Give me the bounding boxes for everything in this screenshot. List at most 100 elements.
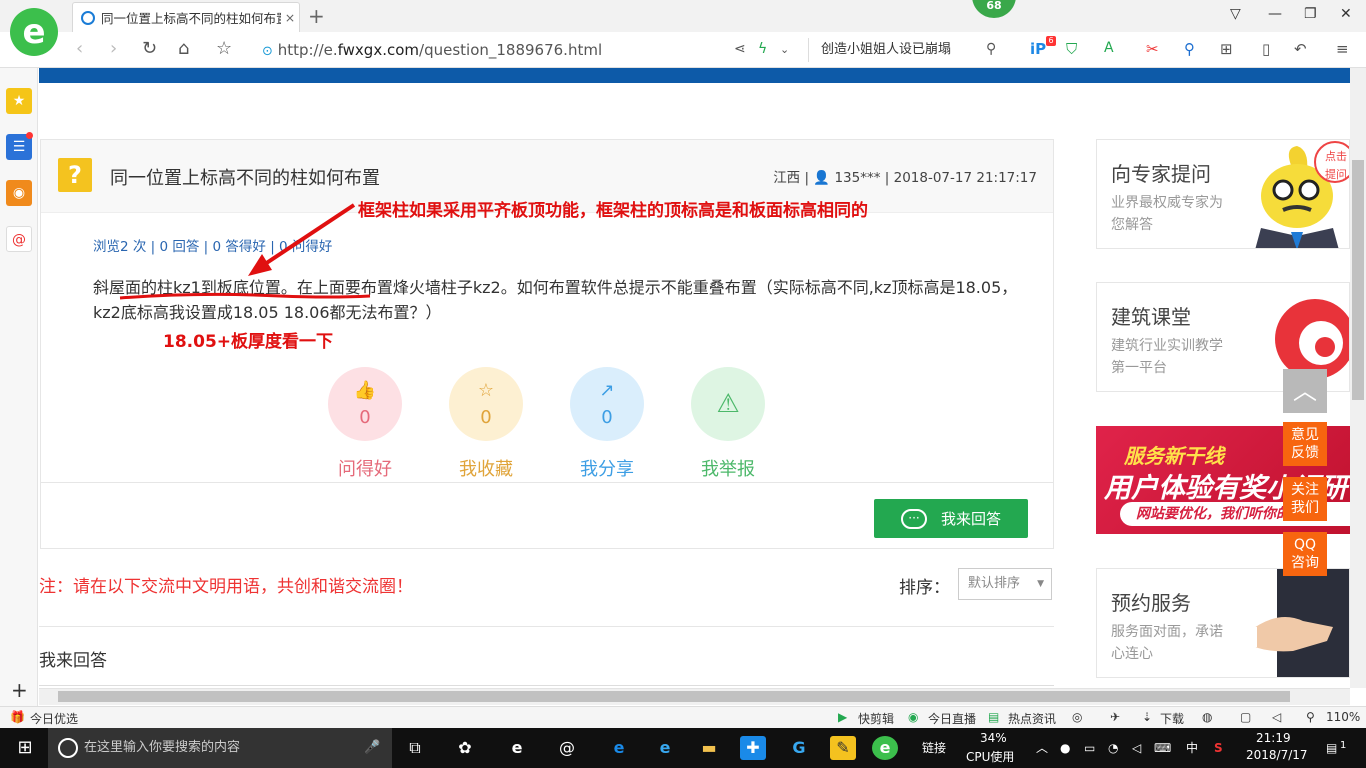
cpu-label: CPU使用 (966, 750, 1015, 764)
translate-icon[interactable]: A (1104, 40, 1114, 56)
answer-button[interactable]: ··· 我来回答 (874, 499, 1028, 538)
pin-icon[interactable]: ✈ (1110, 710, 1120, 724)
ask-expert-title: 向专家提问 (1111, 162, 1211, 186)
star-outline-icon: ☆ (477, 379, 495, 401)
scissors-icon[interactable]: ✂ (1146, 40, 1159, 58)
qq-consult-button[interactable]: QQ咨询 (1283, 532, 1327, 576)
collect-button[interactable]: ☆ 0 我收藏 (448, 367, 524, 481)
apps-grid-icon[interactable]: ⊞ (1220, 40, 1233, 58)
sort-value: 默认排序 (968, 576, 1021, 591)
close-window-icon[interactable]: ✕ (1340, 6, 1352, 22)
course-title: 建筑课堂 (1111, 305, 1191, 329)
keyboard-icon[interactable]: ⌨ (1154, 728, 1171, 768)
extension-count-badge: 6 (1046, 36, 1056, 46)
tab-title: 同一位置上标高不同的柱如何布置 (101, 11, 281, 26)
status-item-news[interactable]: 热点资讯 (1008, 710, 1056, 727)
skin-icon[interactable]: ▽ (1230, 6, 1241, 22)
add-sidebar-icon[interactable]: + (11, 678, 28, 702)
refresh-icon[interactable]: ↻ (142, 38, 157, 59)
feedback-button[interactable]: 意见反馈 (1283, 422, 1327, 466)
share-icon[interactable]: ⋖ (734, 41, 746, 57)
undo-icon[interactable]: ↶ (1294, 40, 1307, 58)
battery-icon[interactable]: ▭ (1084, 728, 1095, 768)
address-bar[interactable]: ⊙ http://e.fwxgx.com/question_1889676.ht… (262, 41, 602, 59)
search-icon[interactable]: ⚲ (986, 41, 996, 57)
volume-icon[interactable]: ◁ (1132, 728, 1141, 768)
sogou-icon[interactable]: S (1214, 728, 1223, 768)
window-icon[interactable]: ▢ (1240, 710, 1251, 724)
mute-icon[interactable]: ◁ (1272, 710, 1281, 724)
status-item-clip[interactable]: 快剪辑 (858, 710, 894, 727)
home-icon[interactable]: ⌂ (178, 38, 189, 59)
active-browser-icon[interactable]: e (872, 736, 898, 760)
menu-icon[interactable]: ≡ (1336, 40, 1349, 58)
lightning-icon[interactable]: ϟ (758, 41, 767, 57)
favorite-star-icon[interactable]: ☆ (216, 38, 232, 59)
link-label[interactable]: 链接 (922, 728, 946, 768)
taskbar-search[interactable]: 在这里输入你要搜索的内容 🎤 (48, 728, 392, 768)
maximize-icon[interactable]: ❐ (1304, 6, 1317, 22)
clock-date[interactable]: 2018/7/17 (1246, 748, 1308, 762)
email-icon[interactable]: @ (6, 226, 32, 252)
magnifier-icon[interactable]: ⚲ (1184, 40, 1195, 58)
dropdown-arrow-icon: ▼ (1037, 579, 1044, 589)
pinwheel-app-icon[interactable]: ✿ (452, 736, 478, 760)
follow-us-button[interactable]: 关注我们 (1283, 477, 1327, 521)
shield-icon[interactable]: ⛉ (1066, 40, 1077, 58)
zoom-level[interactable]: 110% (1326, 710, 1360, 724)
status-item-live[interactable]: 今日直播 (928, 710, 976, 727)
pin-app-icon[interactable]: ✚ (740, 736, 766, 760)
clock-time[interactable]: 21:19 (1256, 731, 1291, 745)
edge-icon[interactable]: e (606, 736, 632, 760)
g-app-icon[interactable]: G (786, 736, 812, 760)
report-button[interactable]: ⚠ 我举报 (690, 367, 766, 481)
spiral-app-icon[interactable]: @ (554, 736, 580, 760)
wifi-icon[interactable]: ◔ (1108, 728, 1118, 768)
browser-logo[interactable]: e (10, 8, 58, 56)
file-explorer-icon[interactable]: ▬ (696, 736, 722, 760)
forward-icon[interactable]: › (110, 38, 117, 59)
vertical-scroll-thumb[interactable] (1352, 160, 1364, 400)
favorites-star-icon[interactable]: ★ (6, 88, 32, 114)
ask-good-label: 问得好 (338, 459, 392, 480)
divider (39, 685, 1054, 686)
today-picks[interactable]: 今日优选 (30, 710, 78, 727)
ime-indicator[interactable]: 中 (1186, 728, 1198, 768)
browser-tab[interactable]: 同一位置上标高不同的柱如何布置 × (72, 2, 300, 32)
chat-bubble-icon: ··· (900, 508, 927, 529)
appointment-card[interactable]: 预约服务 服务面对面，承诺心连心 (1096, 568, 1350, 678)
weibo-icon[interactable]: ◉ (6, 180, 32, 206)
ask-good-button[interactable]: 👍 0 问得好 (327, 367, 403, 481)
microphone-icon[interactable]: 🎤 (364, 728, 380, 768)
ask-expert-card[interactable]: 向专家提问 业界最权威专家为您解答 点击提问 (1096, 139, 1350, 249)
minimize-icon[interactable]: — (1268, 6, 1282, 22)
url-path: /question_1889676.html (419, 41, 603, 59)
notification-icon[interactable]: ▤ (1326, 728, 1337, 768)
download-label[interactable]: 下载 (1160, 710, 1184, 727)
tab-close-icon[interactable]: × (281, 10, 299, 25)
task-view-icon[interactable]: ⧉ (402, 736, 428, 760)
zoom-icon: ⚲ (1306, 710, 1315, 724)
question-user[interactable]: 135*** (834, 170, 880, 186)
share-button[interactable]: ↗ 0 我分享 (569, 367, 645, 481)
notes-app-icon[interactable]: ✎ (830, 736, 856, 760)
tray-person-icon[interactable]: ● (1060, 728, 1070, 768)
tablet-icon[interactable]: ▯ (1262, 40, 1270, 58)
speed-icon[interactable]: ◎ (1072, 710, 1082, 724)
internet-explorer-icon[interactable]: e (652, 736, 678, 760)
search-box[interactable]: 创造小姐姐人设已崩塌 (808, 38, 1014, 62)
chevron-down-icon[interactable]: ⌄ (780, 43, 789, 56)
score-badge[interactable]: 68 (972, 0, 1016, 18)
question-region: 江西 (773, 170, 801, 186)
horizontal-scroll-thumb[interactable] (58, 691, 1290, 702)
question-stats[interactable]: 浏览2 次 | 0 回答 | 0 答得好 | 0 问得好 (93, 235, 332, 255)
ie-browser-icon[interactable]: e (504, 736, 530, 760)
back-icon[interactable]: ‹ (76, 38, 83, 59)
clean-icon[interactable]: ◍ (1202, 710, 1212, 724)
sort-select[interactable]: 默认排序 ▼ (958, 568, 1052, 600)
tray-expand-icon[interactable]: ︿ (1036, 728, 1048, 768)
new-tab-button[interactable]: + (308, 4, 325, 28)
back-to-top-icon[interactable]: ︿ (1283, 369, 1327, 413)
ip-extension-icon[interactable]: iP (1030, 40, 1046, 58)
windows-start-icon[interactable]: ⊞ (12, 736, 38, 760)
